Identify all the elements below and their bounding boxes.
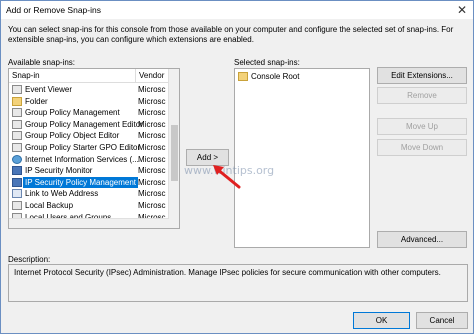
folder-icon xyxy=(238,72,248,81)
window-title: Add or Remove Snap-ins xyxy=(6,5,101,15)
snapin-row[interactable]: Internet Information Services (... Micros… xyxy=(9,154,169,165)
gpo-icon xyxy=(12,119,22,129)
snapin-name: Local Backup xyxy=(25,201,74,210)
snapin-row[interactable]: IP Security Policy Management Microsc xyxy=(9,176,169,188)
snapin-row[interactable]: Local Backup Microsc xyxy=(9,200,169,211)
description-text: Internet Protocol Security (IPsec) Admin… xyxy=(14,268,441,277)
cancel-button[interactable]: Cancel xyxy=(416,312,468,329)
snapin-vendor: Microsc xyxy=(138,108,166,118)
ok-button[interactable]: OK xyxy=(353,312,410,329)
add-remove-snapins-dialog: Add or Remove Snap-ins ✕ You can select … xyxy=(0,0,474,334)
description-box: Internet Protocol Security (IPsec) Admin… xyxy=(8,264,468,302)
snapin-vendor: Microsc xyxy=(138,154,166,164)
snapin-vendor: Microsc xyxy=(138,85,166,94)
selected-item-label: Console Root xyxy=(251,72,300,81)
snapin-vendor: Microsc xyxy=(138,189,166,199)
snapin-name: Group Policy Management xyxy=(25,108,120,118)
snapin-vendor: Microsc xyxy=(138,131,166,141)
horizontal-scrollbar[interactable] xyxy=(9,218,169,228)
edit-extensions-button[interactable]: Edit Extensions... xyxy=(377,67,467,84)
snapin-row[interactable]: Group Policy Object Editor Microsc xyxy=(9,130,169,141)
snapin-name: Group Policy Management Editor xyxy=(25,119,143,129)
snapin-vendor: Microsc xyxy=(138,177,166,187)
snapin-row[interactable]: Group Policy Management Editor Microsc xyxy=(9,119,169,130)
snapin-row[interactable]: Link to Web Address Microsc xyxy=(9,188,169,199)
snapin-row[interactable]: Group Policy Starter GPO Editor Microsc xyxy=(9,142,169,153)
snapin-vendor: Microsc xyxy=(138,201,166,210)
gpo-icon xyxy=(12,143,22,152)
snapin-name: Group Policy Starter GPO Editor xyxy=(25,143,141,152)
selected-item-console-root[interactable]: Console Root xyxy=(235,71,365,82)
remove-button[interactable]: Remove xyxy=(377,87,467,104)
snapin-vendor: Microsc xyxy=(138,143,166,152)
gpo-icon xyxy=(12,131,22,141)
viewer-icon xyxy=(12,85,22,94)
gpo-icon xyxy=(12,108,22,118)
scrollbar-thumb[interactable] xyxy=(171,125,178,181)
snapin-name: IP Security Policy Management xyxy=(23,176,139,188)
shield-icon xyxy=(12,177,22,187)
snapin-row[interactable]: Folder Microsc xyxy=(9,96,169,107)
advanced-button[interactable]: Advanced... xyxy=(377,231,467,248)
folder-icon xyxy=(12,96,22,106)
selected-snapins-label: Selected snap-ins: xyxy=(234,58,300,67)
move-down-button[interactable]: Move Down xyxy=(377,139,467,156)
available-snapins-list[interactable]: Snap-in Vendor Event Viewer Microsc Folder… xyxy=(8,68,180,229)
selected-snapins-list[interactable]: Console Root xyxy=(234,68,370,248)
snapin-row[interactable]: IP Security Monitor Microsc xyxy=(9,165,169,176)
snapin-name: Link to Web Address xyxy=(25,189,99,199)
available-snapins-label: Available snap-ins: xyxy=(8,58,76,67)
close-icon[interactable]: ✕ xyxy=(451,1,473,19)
column-header-vendor[interactable]: Vendor xyxy=(136,69,169,83)
column-header-snapin[interactable]: Snap-in xyxy=(9,69,136,83)
shield-icon xyxy=(12,166,22,176)
snapin-row[interactable]: Event Viewer Microsc xyxy=(9,84,169,95)
snapin-name: Internet Information Services (... xyxy=(25,154,139,164)
snapin-name: Folder xyxy=(25,96,48,106)
move-up-button[interactable]: Move Up xyxy=(377,118,467,135)
vertical-scrollbar[interactable] xyxy=(168,69,179,228)
snapin-vendor: Microsc xyxy=(138,96,166,106)
globe-icon xyxy=(12,154,22,164)
intro-text: You can select snap-ins for this console… xyxy=(8,25,454,44)
snapin-row[interactable]: Group Policy Management Microsc xyxy=(9,107,169,118)
snapin-name: Event Viewer xyxy=(25,85,72,94)
title-bar: Add or Remove Snap-ins ✕ xyxy=(1,1,473,19)
description-label: Description: xyxy=(8,255,51,264)
red-arrow-icon xyxy=(213,165,241,189)
link-icon xyxy=(12,189,22,199)
snapin-vendor: Microsc xyxy=(138,166,166,176)
snapin-name: Group Policy Object Editor xyxy=(25,131,120,141)
snapin-name: IP Security Monitor xyxy=(25,166,93,176)
backup-icon xyxy=(12,201,22,210)
snapin-vendor: Microsc xyxy=(138,119,166,129)
